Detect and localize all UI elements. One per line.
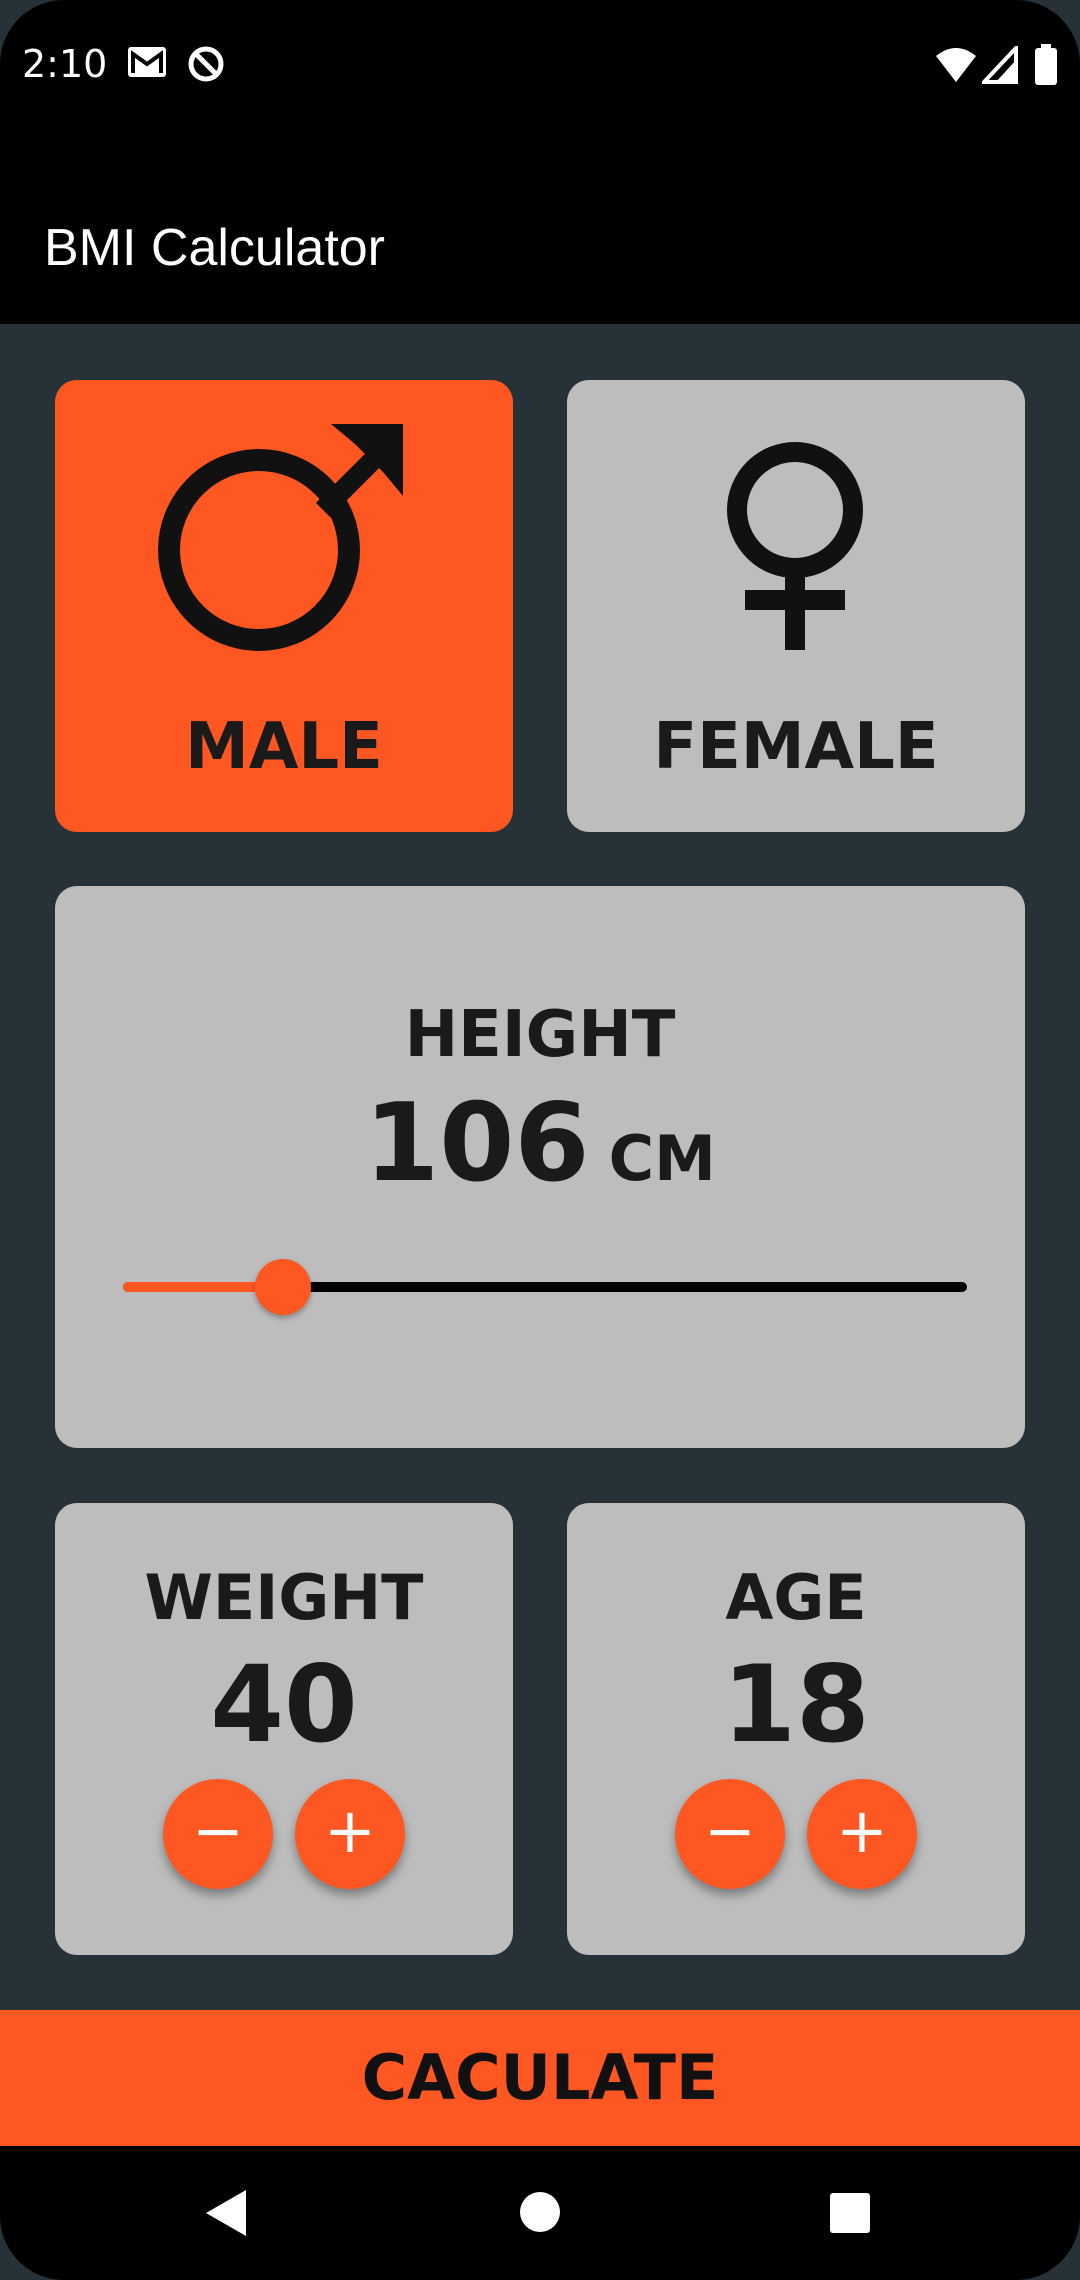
gmail-icon: [128, 47, 166, 77]
female-label: FEMALE: [653, 710, 939, 784]
plus-icon: +: [836, 1794, 888, 1867]
navigation-bar: [0, 2146, 1080, 2280]
back-icon[interactable]: [202, 2188, 248, 2238]
status-time: 2:10: [22, 42, 108, 86]
wifi-icon: [936, 48, 976, 82]
minus-icon: −: [192, 1794, 244, 1867]
height-slider[interactable]: [123, 1259, 967, 1315]
minus-icon: −: [704, 1794, 756, 1867]
male-label: MALE: [185, 710, 383, 784]
calculate-label: CACULATE: [361, 2041, 719, 2114]
male-card[interactable]: MALE: [55, 380, 513, 832]
battery-icon: [1035, 44, 1057, 85]
recents-icon[interactable]: [829, 2192, 871, 2234]
height-value-row: 106 CM: [55, 1081, 1025, 1206]
age-card: AGE 18 − +: [567, 1503, 1025, 1955]
age-increase-button[interactable]: +: [807, 1779, 917, 1889]
status-bar: 2:10: [0, 0, 1080, 140]
data-saver-icon: [188, 46, 224, 82]
height-card: HEIGHT 106 CM: [55, 886, 1025, 1448]
male-symbol-icon: [158, 424, 403, 651]
age-label: AGE: [725, 1561, 867, 1634]
signal-icon: [982, 46, 1018, 84]
height-label: HEIGHT: [404, 998, 676, 1072]
app-bar: BMI Calculator: [0, 140, 1080, 324]
plus-icon: +: [324, 1794, 376, 1867]
female-symbol-icon: [727, 442, 863, 650]
height-value: 106: [364, 1081, 590, 1206]
age-value: 18: [722, 1643, 870, 1766]
app-title: BMI Calculator: [44, 219, 385, 277]
weight-decrease-button[interactable]: −: [163, 1779, 273, 1889]
home-icon[interactable]: [518, 2190, 562, 2234]
height-unit: CM: [608, 1122, 716, 1195]
weight-card: WEIGHT 40 − +: [55, 1503, 513, 1955]
weight-label: WEIGHT: [144, 1561, 424, 1634]
weight-increase-button[interactable]: +: [295, 1779, 405, 1889]
age-decrease-button[interactable]: −: [675, 1779, 785, 1889]
calculate-button[interactable]: CACULATE: [0, 2010, 1080, 2146]
female-card[interactable]: FEMALE: [567, 380, 1025, 832]
slider-thumb[interactable]: [255, 1259, 312, 1315]
weight-value: 40: [210, 1643, 358, 1766]
